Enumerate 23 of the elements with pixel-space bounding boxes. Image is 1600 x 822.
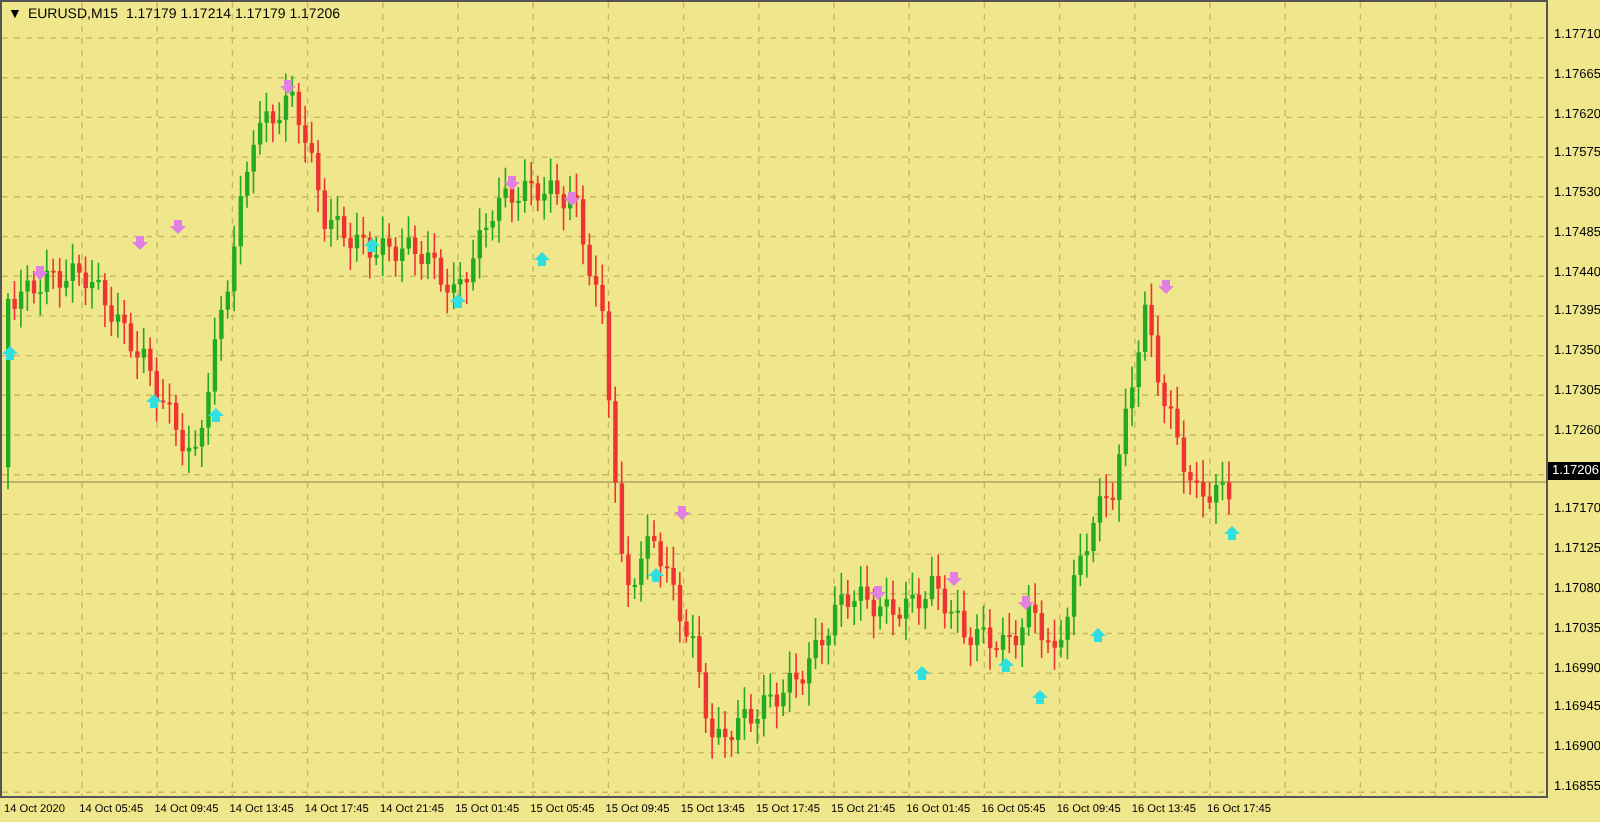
down-arrow-icon (870, 586, 886, 600)
up-arrow-icon (998, 658, 1014, 672)
up-arrow-icon (208, 408, 224, 422)
up-arrow-icon (534, 252, 550, 266)
up-arrow-icon (1032, 690, 1048, 704)
down-arrow-icon (280, 80, 296, 94)
down-arrow-icon (132, 236, 148, 250)
up-arrow-icon (2, 346, 18, 360)
up-arrow-icon (648, 568, 664, 582)
down-arrow-icon (504, 176, 520, 190)
down-arrow-icon (170, 220, 186, 234)
down-arrow-icon (674, 506, 690, 520)
down-arrow-icon (1158, 280, 1174, 294)
up-arrow-icon (1090, 628, 1106, 642)
down-arrow-icon (946, 572, 962, 586)
up-arrow-icon (146, 394, 162, 408)
up-arrow-icon (914, 666, 930, 680)
up-arrow-icon (450, 294, 466, 308)
down-arrow-icon (564, 192, 580, 206)
up-arrow-icon (364, 238, 380, 252)
down-arrow-icon (1018, 596, 1034, 610)
up-arrow-icon (1224, 526, 1240, 540)
down-arrow-icon (32, 266, 48, 280)
